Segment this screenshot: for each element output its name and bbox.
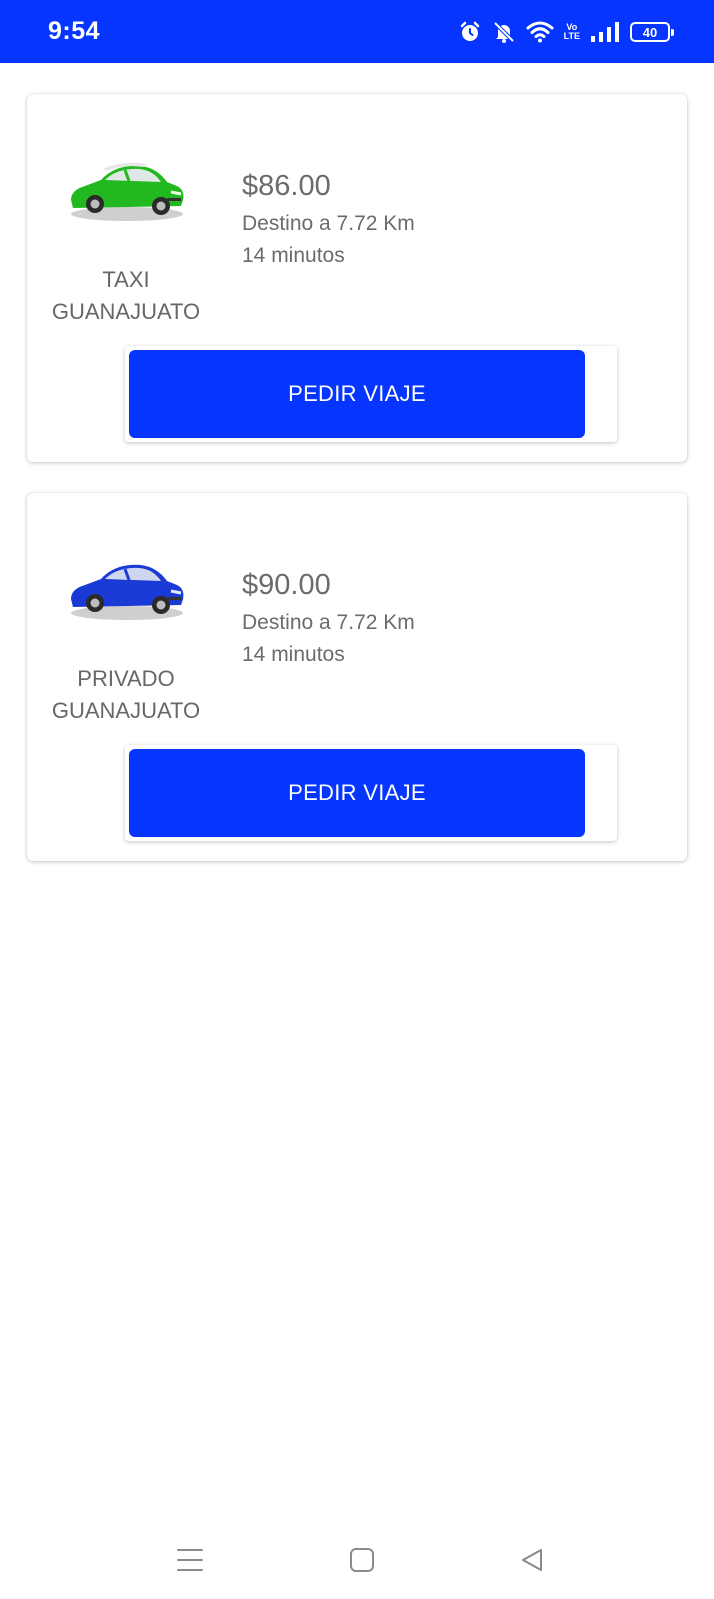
car-image bbox=[71, 564, 184, 620]
ride-distance: Destino a 7.72 Km bbox=[242, 212, 415, 235]
service-name-line2: GUANAJUATO bbox=[51, 698, 201, 723]
ride-option-card: PRIVADO GUANAJUATO $90.00 Destino a 7.72… bbox=[27, 493, 687, 861]
ride-duration: 14 minutos bbox=[242, 643, 345, 666]
service-name-line1: TAXI bbox=[102, 267, 150, 292]
ride-price: $86.00 bbox=[242, 170, 331, 202]
service-name: PRIVADO GUANAJUATO bbox=[39, 663, 213, 727]
car-image bbox=[71, 162, 184, 221]
volte-icon: Vo LTE bbox=[564, 23, 580, 41]
screen: 9:54 Vo LTE 40 TAXI GUANAJUATO $86.00 De… bbox=[0, 0, 714, 1599]
ride-option-card: TAXI GUANAJUATO $86.00 Destino a 7.72 Km… bbox=[27, 94, 687, 462]
status-bar: 9:54 Vo LTE 40 bbox=[0, 0, 714, 63]
ride-distance: Destino a 7.72 Km bbox=[242, 611, 415, 634]
volte-bottom: LTE bbox=[563, 31, 580, 41]
wifi-icon bbox=[526, 20, 554, 44]
status-icons: Vo LTE 40 bbox=[458, 18, 674, 46]
service-name-line1: PRIVADO bbox=[77, 666, 175, 691]
bell-off-icon bbox=[492, 20, 516, 44]
ride-duration: 14 minutos bbox=[242, 244, 345, 267]
menu-icon[interactable] bbox=[170, 1540, 210, 1580]
alarm-icon bbox=[458, 20, 482, 44]
order-ride-button[interactable]: PEDIR VIAJE bbox=[129, 749, 585, 837]
battery-icon: 40 bbox=[630, 22, 674, 42]
navigation-bar bbox=[0, 1520, 714, 1599]
status-time: 9:54 bbox=[48, 17, 101, 45]
home-icon[interactable] bbox=[342, 1540, 382, 1580]
signal-icon bbox=[590, 21, 620, 43]
battery-level: 40 bbox=[642, 24, 658, 40]
order-button-container: PEDIR VIAJE bbox=[125, 346, 617, 442]
order-button-container: PEDIR VIAJE bbox=[125, 745, 617, 841]
service-name: TAXI GUANAJUATO bbox=[39, 264, 213, 328]
back-icon[interactable] bbox=[512, 1540, 552, 1580]
order-ride-button[interactable]: PEDIR VIAJE bbox=[129, 350, 585, 438]
service-name-line2: GUANAJUATO bbox=[51, 299, 201, 324]
ride-price: $90.00 bbox=[242, 569, 331, 601]
